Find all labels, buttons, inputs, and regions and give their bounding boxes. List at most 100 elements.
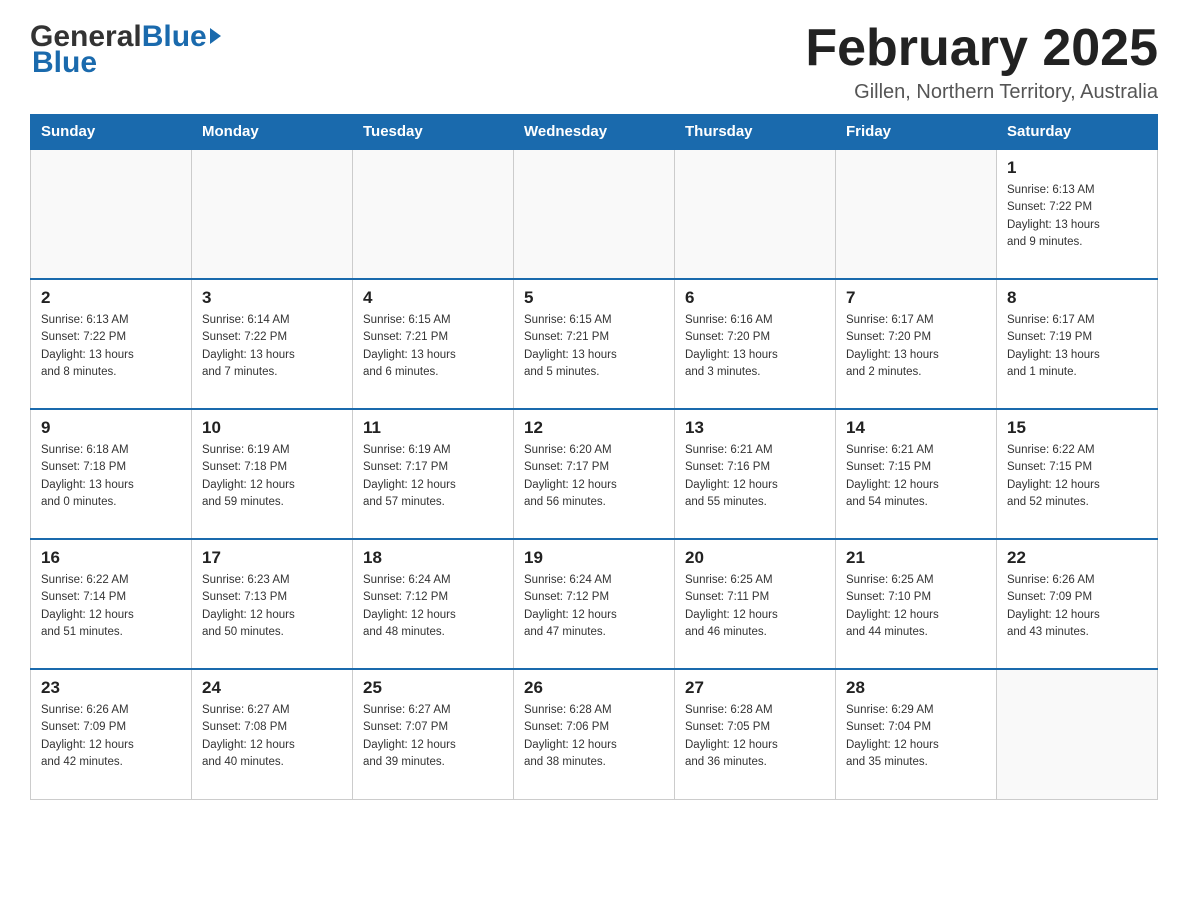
calendar-cell: 18 Sunrise: 6:24 AM Sunset: 7:12 PM Dayli… — [353, 539, 514, 669]
day-info: Sunrise: 6:17 AM Sunset: 7:20 PM Dayligh… — [846, 312, 986, 381]
day-number: 16 — [41, 548, 181, 568]
calendar-cell: 1 Sunrise: 6:13 AM Sunset: 7:22 PM Daylig… — [997, 149, 1158, 279]
calendar-cell — [675, 149, 836, 279]
calendar-cell: 3Sunrise: 6:14 AM Sunset: 7:22 PM Daylig… — [192, 279, 353, 409]
day-info: Sunrise: 6:15 AM Sunset: 7:21 PM Dayligh… — [363, 312, 503, 381]
calendar-cell — [192, 149, 353, 279]
day-info: Sunrise: 6:23 AM Sunset: 7:13 PM Dayligh… — [202, 572, 342, 641]
day-info: Sunrise: 6:13 AM Sunset: 7:22 PM Dayligh… — [41, 312, 181, 381]
calendar-cell — [836, 149, 997, 279]
calendar-cell — [997, 669, 1158, 799]
calendar-cell — [31, 149, 192, 279]
calendar-week-row: 1 Sunrise: 6:13 AM Sunset: 7:22 PM Daylig… — [31, 149, 1158, 279]
day-number: 1 — [1007, 158, 1147, 178]
day-number: 5 — [524, 288, 664, 308]
calendar-cell: 19 Sunrise: 6:24 AM Sunset: 7:12 PM Dayli… — [514, 539, 675, 669]
calendar-cell: 25Sunrise: 6:27 AM Sunset: 7:07 PM Dayli… — [353, 669, 514, 799]
col-monday: Monday — [192, 115, 353, 150]
day-info: Sunrise: 6:22 AM Sunset: 7:14 PM Dayligh… — [41, 572, 181, 641]
day-info: Sunrise: 6:22 AM Sunset: 7:15 PM Dayligh… — [1007, 442, 1147, 511]
calendar-cell: 21Sunrise: 6:25 AM Sunset: 7:10 PM Dayli… — [836, 539, 997, 669]
month-title: February 2025 — [805, 20, 1158, 77]
day-info: Sunrise: 6:19 AM Sunset: 7:17 PM Dayligh… — [363, 442, 503, 511]
calendar-cell: 7Sunrise: 6:17 AM Sunset: 7:20 PM Daylig… — [836, 279, 997, 409]
logo-triangle-icon — [210, 28, 221, 44]
day-info: Sunrise: 6:21 AM Sunset: 7:15 PM Dayligh… — [846, 442, 986, 511]
day-info: Sunrise: 6:17 AM Sunset: 7:19 PM Dayligh… — [1007, 312, 1147, 381]
calendar-cell: 22 Sunrise: 6:26 AM Sunset: 7:09 PM Dayli… — [997, 539, 1158, 669]
col-friday: Friday — [836, 115, 997, 150]
calendar-cell: 6 Sunrise: 6:16 AM Sunset: 7:20 PM Daylig… — [675, 279, 836, 409]
calendar-header-row: Sunday Monday Tuesday Wednesday Thursday… — [31, 115, 1158, 150]
calendar-cell: 8 Sunrise: 6:17 AM Sunset: 7:19 PM Daylig… — [997, 279, 1158, 409]
calendar-cell: 23 Sunrise: 6:26 AM Sunset: 7:09 PM Dayli… — [31, 669, 192, 799]
col-tuesday: Tuesday — [353, 115, 514, 150]
day-info: Sunrise: 6:16 AM Sunset: 7:20 PM Dayligh… — [685, 312, 825, 381]
calendar-cell: 12 Sunrise: 6:20 AM Sunset: 7:17 PM Dayli… — [514, 409, 675, 539]
day-info: Sunrise: 6:18 AM Sunset: 7:18 PM Dayligh… — [41, 442, 181, 511]
calendar-cell: 10 Sunrise: 6:19 AM Sunset: 7:18 PM Dayli… — [192, 409, 353, 539]
day-number: 28 — [846, 678, 986, 698]
day-number: 17 — [202, 548, 342, 568]
calendar-cell: 15 Sunrise: 6:22 AM Sunset: 7:15 PM Dayli… — [997, 409, 1158, 539]
calendar-table: Sunday Monday Tuesday Wednesday Thursday… — [30, 114, 1158, 800]
day-info: Sunrise: 6:20 AM Sunset: 7:17 PM Dayligh… — [524, 442, 664, 511]
day-info: Sunrise: 6:21 AM Sunset: 7:16 PM Dayligh… — [685, 442, 825, 511]
day-number: 6 — [685, 288, 825, 308]
day-info: Sunrise: 6:15 AM Sunset: 7:21 PM Dayligh… — [524, 312, 664, 381]
col-sunday: Sunday — [31, 115, 192, 150]
calendar-cell: 28 Sunrise: 6:29 AM Sunset: 7:04 PM Dayli… — [836, 669, 997, 799]
calendar-cell: 11 Sunrise: 6:19 AM Sunset: 7:17 PM Dayli… — [353, 409, 514, 539]
calendar-cell: 13 Sunrise: 6:21 AM Sunset: 7:16 PM Dayli… — [675, 409, 836, 539]
calendar-cell: 27Sunrise: 6:28 AM Sunset: 7:05 PM Dayli… — [675, 669, 836, 799]
day-info: Sunrise: 6:19 AM Sunset: 7:18 PM Dayligh… — [202, 442, 342, 511]
col-thursday: Thursday — [675, 115, 836, 150]
day-number: 10 — [202, 418, 342, 438]
logo: GeneralBlue Blue — [30, 20, 221, 80]
title-block: February 2025 Gillen, Northern Territory… — [805, 20, 1158, 104]
col-saturday: Saturday — [997, 115, 1158, 150]
day-number: 8 — [1007, 288, 1147, 308]
day-info: Sunrise: 6:26 AM Sunset: 7:09 PM Dayligh… — [41, 702, 181, 771]
day-info: Sunrise: 6:13 AM Sunset: 7:22 PM Dayligh… — [1007, 182, 1147, 251]
day-number: 15 — [1007, 418, 1147, 438]
day-number: 9 — [41, 418, 181, 438]
logo-blue-part: Blue — [142, 20, 207, 54]
day-number: 18 — [363, 548, 503, 568]
day-number: 4 — [363, 288, 503, 308]
calendar-cell: 5 Sunrise: 6:15 AM Sunset: 7:21 PM Daylig… — [514, 279, 675, 409]
location-subtitle: Gillen, Northern Territory, Australia — [805, 81, 1158, 104]
day-number: 14 — [846, 418, 986, 438]
col-wednesday: Wednesday — [514, 115, 675, 150]
day-number: 22 — [1007, 548, 1147, 568]
calendar-cell: 4 Sunrise: 6:15 AM Sunset: 7:21 PM Daylig… — [353, 279, 514, 409]
logo-blue-underline: Blue — [30, 46, 97, 80]
calendar-week-row: 16 Sunrise: 6:22 AM Sunset: 7:14 PM Dayli… — [31, 539, 1158, 669]
calendar-cell: 16 Sunrise: 6:22 AM Sunset: 7:14 PM Dayli… — [31, 539, 192, 669]
day-number: 26 — [524, 678, 664, 698]
calendar-cell: 20Sunrise: 6:25 AM Sunset: 7:11 PM Dayli… — [675, 539, 836, 669]
page-header: GeneralBlue Blue February 2025 Gillen, N… — [30, 20, 1158, 104]
day-number: 20 — [685, 548, 825, 568]
day-info: Sunrise: 6:26 AM Sunset: 7:09 PM Dayligh… — [1007, 572, 1147, 641]
day-info: Sunrise: 6:24 AM Sunset: 7:12 PM Dayligh… — [524, 572, 664, 641]
calendar-cell: 17 Sunrise: 6:23 AM Sunset: 7:13 PM Dayli… — [192, 539, 353, 669]
calendar-week-row: 9 Sunrise: 6:18 AM Sunset: 7:18 PM Daylig… — [31, 409, 1158, 539]
calendar-week-row: 2 Sunrise: 6:13 AM Sunset: 7:22 PM Daylig… — [31, 279, 1158, 409]
day-number: 19 — [524, 548, 664, 568]
day-number: 12 — [524, 418, 664, 438]
day-number: 24 — [202, 678, 342, 698]
day-info: Sunrise: 6:28 AM Sunset: 7:06 PM Dayligh… — [524, 702, 664, 771]
day-info: Sunrise: 6:24 AM Sunset: 7:12 PM Dayligh… — [363, 572, 503, 641]
day-info: Sunrise: 6:29 AM Sunset: 7:04 PM Dayligh… — [846, 702, 986, 771]
day-info: Sunrise: 6:27 AM Sunset: 7:08 PM Dayligh… — [202, 702, 342, 771]
day-number: 13 — [685, 418, 825, 438]
day-info: Sunrise: 6:25 AM Sunset: 7:10 PM Dayligh… — [846, 572, 986, 641]
day-info: Sunrise: 6:14 AM Sunset: 7:22 PM Dayligh… — [202, 312, 342, 381]
day-number: 27 — [685, 678, 825, 698]
day-number: 23 — [41, 678, 181, 698]
day-number: 11 — [363, 418, 503, 438]
calendar-cell — [353, 149, 514, 279]
day-number: 2 — [41, 288, 181, 308]
calendar-cell: 2 Sunrise: 6:13 AM Sunset: 7:22 PM Daylig… — [31, 279, 192, 409]
